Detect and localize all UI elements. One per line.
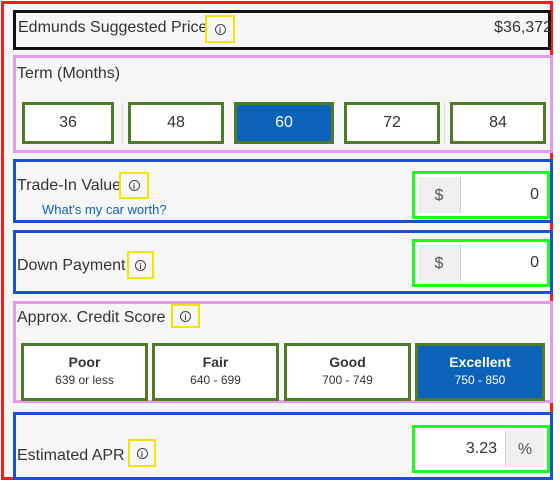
credit-option-range: 640 - 699 — [190, 373, 241, 387]
apr-input[interactable] — [421, 431, 499, 467]
term-option-label: 72 — [383, 114, 401, 131]
term-option-72[interactable]: 72 — [344, 102, 440, 144]
credit-score-label: Approx. Credit Score — [17, 309, 166, 326]
payment-calculator: Edmunds Suggested Price i $36,372 Term (… — [1, 1, 553, 480]
suggested-price-label: Edmunds Suggested Price — [18, 19, 207, 37]
divider — [444, 102, 445, 144]
term-label: Term (Months) — [17, 65, 121, 82]
term-option-84[interactable]: 84 — [450, 102, 546, 144]
credit-option-range: 700 - 749 — [322, 373, 373, 387]
down-payment-input-group: $ — [412, 239, 550, 287]
suggested-price-row: Edmunds Suggested Price i $36,372 — [13, 10, 552, 50]
trade-in-input-group: $ — [412, 171, 550, 219]
info-icon[interactable]: i — [128, 439, 156, 467]
term-option-label: 48 — [167, 114, 185, 131]
credit-score-section: Approx. Credit Score i Poor 639 or less … — [13, 301, 553, 403]
term-option-48[interactable]: 48 — [128, 102, 224, 144]
info-icon[interactable]: i — [171, 304, 200, 328]
credit-option-excellent[interactable]: Excellent 750 - 850 — [415, 343, 545, 401]
credit-option-fair[interactable]: Fair 640 - 699 — [152, 343, 279, 401]
down-payment-input[interactable] — [463, 245, 541, 281]
trade-in-label: Trade-In Value — [17, 177, 122, 194]
info-icon[interactable]: i — [119, 172, 149, 199]
term-option-label: 36 — [59, 114, 77, 131]
credit-option-title: Fair — [202, 354, 229, 370]
term-section: Term (Months) 36 48 60 72 84 — [13, 55, 553, 153]
whats-my-car-worth-link[interactable]: What's my car worth? — [42, 202, 167, 217]
suggested-price-label-text: Edmunds Suggested Price — [18, 19, 208, 36]
info-icon[interactable]: i — [127, 251, 154, 279]
down-payment-label: Down Payment — [17, 257, 126, 274]
credit-option-range: 750 - 850 — [454, 373, 506, 387]
apr-input-group: % — [412, 425, 550, 473]
trade-in-section: Trade-In Value i What's my car worth? $ — [13, 159, 553, 223]
term-option-label: 84 — [489, 114, 507, 131]
credit-option-poor[interactable]: Poor 639 or less — [21, 343, 148, 401]
term-option-36[interactable]: 36 — [22, 102, 114, 144]
percent-suffix: % — [505, 431, 544, 467]
trade-in-input[interactable] — [463, 177, 541, 213]
credit-option-title: Poor — [68, 354, 101, 370]
credit-option-title: Good — [329, 354, 366, 370]
divider — [122, 102, 123, 144]
apr-label: Estimated APR — [17, 447, 125, 464]
term-option-60[interactable]: 60 — [234, 102, 334, 144]
suggested-price-value: $36,372 — [494, 19, 552, 36]
info-icon[interactable]: i — [205, 15, 235, 43]
apr-section: Estimated APR i % — [13, 412, 553, 480]
credit-option-range: 639 or less — [55, 373, 114, 387]
credit-option-title: Excellent — [449, 354, 511, 370]
term-option-label: 60 — [275, 114, 293, 131]
down-payment-section: Down Payment i $ — [13, 230, 553, 294]
currency-prefix: $ — [418, 245, 461, 281]
credit-option-good[interactable]: Good 700 - 749 — [284, 343, 411, 401]
currency-prefix: $ — [418, 177, 461, 213]
